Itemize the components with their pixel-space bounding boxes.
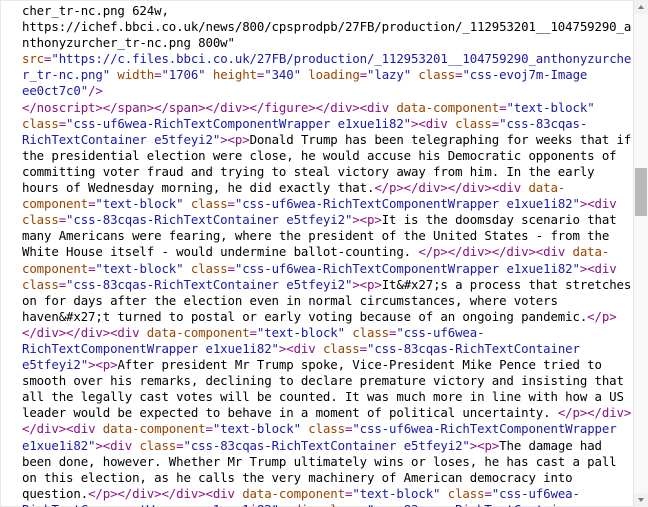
source-token-val: "css-uf6wea-RichTextComponentWrapper e1x…: [234, 196, 580, 212]
source-token-attr: width: [117, 67, 155, 83]
source-token-punct: =: [249, 324, 257, 340]
source-token-tag: <p>: [359, 212, 382, 228]
source-token-text: [183, 196, 190, 211]
source-token-tag: </noscript></span></span></div></figure>…: [22, 99, 360, 115]
source-token-tag: <div: [286, 340, 323, 356]
source-token-val: "text-block": [506, 99, 595, 115]
source-token-tag: <p>: [227, 131, 250, 147]
source-token-val: "text-block": [95, 196, 184, 212]
source-token-attr: src: [22, 51, 45, 67]
source-token-punct: =: [359, 67, 368, 83]
source-token-punct: =: [58, 276, 67, 292]
source-token-attr: class: [22, 276, 59, 292]
source-token-punct: =: [58, 115, 67, 131]
source-token-tag: <div: [286, 502, 323, 507]
source-token-val: "css-uf6wea-RichTextComponentWrapper e1x…: [234, 260, 580, 276]
source-token-punct: =: [484, 485, 492, 501]
pane-border-left: [0, 0, 1, 507]
source-token-tag: >: [469, 437, 478, 453]
source-token-attr: class: [455, 115, 492, 131]
source-token-tag: >: [220, 131, 228, 147]
source-token-punct: =: [360, 502, 367, 507]
source-token-attr: class: [22, 115, 59, 131]
source-token-tag: <div: [535, 244, 573, 260]
source-token-attr: data-component: [242, 485, 345, 501]
source-token-tag: >: [95, 437, 103, 453]
source-token-attr: loading: [308, 67, 360, 83]
source-token-attr: class: [308, 421, 345, 437]
source-token-attr: height: [212, 67, 257, 83]
source-token-tag: <div: [491, 180, 529, 196]
source-token-tag: >: [352, 212, 360, 228]
source-token-tag: <p>: [477, 437, 500, 453]
source-token-val: "lazy": [367, 67, 412, 83]
source-token-punct: =: [227, 260, 235, 276]
source-token-tag: <div: [587, 260, 624, 276]
source-token-text: cher_tr-nc.png 624w, https://ichef.bbci.…: [22, 3, 632, 51]
source-token-attr: class: [447, 485, 485, 501]
source-token-tag: >: [352, 276, 360, 292]
source-token-val: "text-block": [95, 260, 184, 276]
source-token-tag: </p></div></div>: [374, 180, 492, 196]
source-token-val: "1706": [161, 67, 206, 83]
source-token-val: "340": [264, 67, 301, 83]
source-token-attr: class: [322, 340, 360, 356]
source-token-val: "text-block": [212, 421, 301, 437]
source-token-val: "css-uf6wea-RichTextComponentWrapper e1x…: [66, 115, 412, 131]
source-token-tag: <p>: [95, 357, 118, 373]
source-token-punct: =: [227, 196, 235, 212]
vertical-scrollbar[interactable]: [633, 0, 648, 507]
source-token-text: [206, 67, 213, 82]
source-token-tag: <div: [418, 115, 456, 131]
source-code-viewer: cher_tr-nc.png 624w, https://ichef.bbci.…: [0, 0, 648, 507]
source-token-text: [595, 100, 602, 115]
source-token-val: "css-83cqas-RichTextContainer e5tfeyi2": [66, 212, 353, 228]
source-token-tag: <div: [359, 99, 397, 115]
scroll-up-arrow-icon[interactable]: [634, 0, 648, 14]
source-token-tag: </p></div></div>: [88, 485, 206, 501]
source-token-attr: data-component: [146, 324, 250, 340]
source-token-tag: <div: [205, 485, 243, 501]
scrollbar-track[interactable]: [634, 14, 648, 493]
html-source-text[interactable]: cher_tr-nc.png 624w, https://ichef.bbci.…: [3, 0, 633, 507]
source-token-attr: data-component: [102, 421, 206, 437]
source-token-val: "css-83cqas-RichTextContainer e5tfeyi2": [183, 437, 470, 453]
source-token-tag: <div: [102, 437, 140, 453]
source-token-tag: <p>: [359, 276, 382, 292]
source-token-tag: <div: [587, 196, 624, 212]
source-token-attr: class: [190, 260, 228, 276]
caret-down-icon: [638, 498, 644, 502]
source-token-tag: </p></div></div>: [418, 244, 536, 260]
source-token-attr: class: [190, 196, 228, 212]
source-token-text: [183, 261, 190, 276]
scrollbar-thumb[interactable]: [635, 168, 647, 216]
source-token-val: "text-block": [256, 324, 345, 340]
caret-up-icon: [638, 5, 644, 9]
source-token-punct: =: [58, 212, 67, 228]
source-token-punct: =: [176, 437, 184, 453]
source-token-attr: class: [323, 502, 360, 507]
source-token-val: "css-83cqas-RichTextContainer e5tfeyi2": [66, 276, 353, 292]
source-token-text: [440, 486, 447, 501]
source-token-attr: class: [22, 212, 59, 228]
source-token-punct: =: [359, 340, 367, 356]
scroll-down-arrow-icon[interactable]: [634, 493, 648, 507]
source-token-punct: =: [205, 421, 213, 437]
source-token-attr: class: [139, 437, 177, 453]
source-token-attr: data-component: [396, 99, 500, 115]
source-token-val: "text-block": [352, 485, 441, 501]
source-token-tag: <div: [110, 324, 147, 340]
source-token-attr: class: [418, 67, 456, 83]
source-token-attr: class: [352, 324, 390, 340]
source-token-punct: />: [88, 83, 103, 99]
source-token-tag: <div: [66, 421, 103, 437]
